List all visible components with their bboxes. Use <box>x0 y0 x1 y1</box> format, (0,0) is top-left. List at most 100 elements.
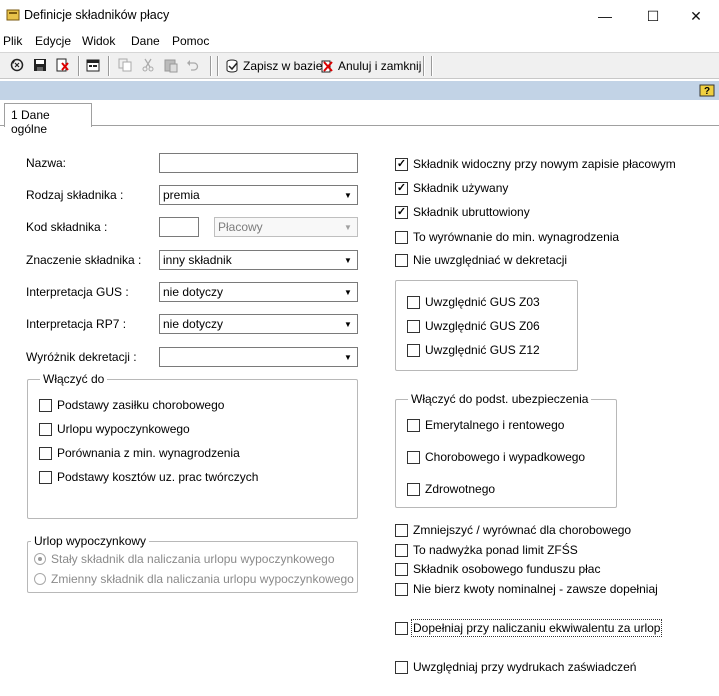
checkbox-emerytalne[interactable]: Emerytalnego i rentowego <box>407 418 564 432</box>
cut-icon[interactable] <box>139 56 157 74</box>
chevron-down-icon[interactable]: ▼ <box>340 349 356 365</box>
checkbox-label: Nie bierz kwoty nominalnej - zawsze dope… <box>413 582 658 596</box>
dekretacja-select[interactable]: ▼ <box>159 347 358 367</box>
toolbar-separator <box>108 56 110 76</box>
checkbox-box[interactable] <box>407 343 420 357</box>
checkbox-wydruki-zaswiadczen[interactable]: Uwzględniaj przy wydrukach zaświadczeń <box>395 660 636 674</box>
checkbox-label: To nadwyżka ponad limit ZFŚS <box>413 543 578 557</box>
save-disk-icon[interactable] <box>31 56 49 74</box>
checkbox-zasilek-chorobowy[interactable]: Podstawy zasiłku chorobowego <box>39 398 224 412</box>
tab-label: 1 Dane ogólne <box>11 108 50 136</box>
checkbox-box[interactable] <box>395 230 408 244</box>
minimize-button[interactable]: — <box>582 0 628 32</box>
ubezpieczenie-title: Włączyć do podst. ubezpieczenia <box>408 392 592 406</box>
checkbox-gus-z06[interactable]: Uwzględnić GUS Z06 <box>407 319 540 333</box>
checkbox-box[interactable]: ✓ <box>395 205 408 219</box>
checkbox-label: Zmniejszyć / wyrównać dla chorobowego <box>413 523 632 537</box>
checkbox-box[interactable] <box>407 450 420 464</box>
checkbox-nie-bierz-nominalnej[interactable]: Nie bierz kwoty nominalnej - zawsze dope… <box>395 582 658 596</box>
znaczenie-select[interactable]: inny składnik ▼ <box>159 250 358 270</box>
checkbox-nie-dekretacja[interactable]: Nie uwzględniać w dekretacji <box>395 253 567 267</box>
checkbox-label: Składnik ubruttowiony <box>413 205 530 219</box>
checkbox-box[interactable] <box>39 446 52 460</box>
checkbox-gus-z03[interactable]: Uwzględnić GUS Z03 <box>407 295 540 309</box>
dekretacja-label: Wyróżnik dekretacji : <box>26 350 137 364</box>
chevron-down-icon[interactable]: ▼ <box>340 284 356 300</box>
rodzaj-select[interactable]: premia ▼ <box>159 185 358 205</box>
checkbox-box[interactable] <box>407 418 420 432</box>
cancel-icon <box>321 60 333 73</box>
checkbox-box[interactable] <box>395 562 408 576</box>
rp7-select[interactable]: nie dotyczy ▼ <box>159 314 358 334</box>
menu-widok[interactable]: Widok <box>82 34 115 48</box>
chevron-down-icon[interactable]: ▼ <box>340 316 356 332</box>
refresh-icon[interactable] <box>8 56 26 74</box>
save-db-button[interactable]: Zapisz w bazie <box>221 55 325 77</box>
chevron-down-icon[interactable]: ▼ <box>340 187 356 203</box>
properties-icon[interactable] <box>84 56 102 74</box>
tab-bar <box>0 100 719 126</box>
rp7-label: Interpretacja RP7 : <box>26 317 127 331</box>
checkbox-widoczny[interactable]: ✓ Składnik widoczny przy nowym zapisie pł… <box>395 157 676 171</box>
checkbox-box[interactable] <box>39 470 52 484</box>
checkbox-box[interactable]: ✓ <box>395 157 408 171</box>
title-bar: Definicje składników płacy — ☐ ✕ <box>0 0 719 33</box>
rodzaj-label: Rodzaj składnika : <box>26 188 124 202</box>
checkbox-zdrowotne[interactable]: Zdrowotnego <box>407 482 495 496</box>
help-icon[interactable]: ? <box>699 83 715 98</box>
checkbox-dopelniaj-ekwiwalent[interactable]: Dopełniaj przy naliczaniu ekwiwalentu za… <box>395 619 663 637</box>
kod-input[interactable] <box>159 217 199 237</box>
checkbox-label: Emerytalnego i rentowego <box>425 418 565 432</box>
checkbox-label: Podstawy zasiłku chorobowego <box>57 398 225 412</box>
minimize-icon: — <box>598 8 612 24</box>
cancel-close-button[interactable]: Anuluj i zamknij <box>316 55 424 77</box>
checkbox-box[interactable] <box>407 482 420 496</box>
checkbox-urlop-wypoczynkowy[interactable]: Urlopu wypoczynkowego <box>39 422 190 436</box>
checkbox-box[interactable]: ✓ <box>395 181 408 195</box>
checkbox-box[interactable] <box>395 523 408 537</box>
maximize-button[interactable]: ☐ <box>630 0 676 32</box>
checkbox-box[interactable] <box>395 543 408 557</box>
checkbox-wyrownanie-min[interactable]: To wyrównanie do min. wynagrodzenia <box>395 230 619 244</box>
rodzaj-value: premia <box>163 188 200 202</box>
checkbox-ubruttowiony[interactable]: ✓ Składnik ubruttowiony <box>395 205 530 219</box>
tab-dane-ogolne[interactable]: 1 Dane ogólne <box>4 103 92 136</box>
delete-icon[interactable] <box>53 56 71 74</box>
menu-edycje[interactable]: Edycje <box>35 34 71 48</box>
checkbox-box[interactable] <box>395 660 408 674</box>
app-icon <box>6 9 20 21</box>
checkbox-box[interactable] <box>39 422 52 436</box>
paste-icon[interactable] <box>162 56 180 74</box>
checkbox-koszty-tworczych[interactable]: Podstawy kosztów uz. prac twórczych <box>39 470 258 484</box>
checkbox-label: Uwzględnić GUS Z12 <box>425 343 540 357</box>
menu-dane[interactable]: Dane <box>131 34 160 48</box>
menu-plik[interactable]: Plik <box>3 34 22 48</box>
checkbox-box[interactable] <box>39 398 52 412</box>
checkbox-box[interactable] <box>407 295 420 309</box>
nazwa-label: Nazwa: <box>26 156 67 170</box>
close-button[interactable]: ✕ <box>673 0 719 32</box>
checkbox-nadwyzka-zfss[interactable]: To nadwyżka ponad limit ZFŚS <box>395 543 578 557</box>
checkbox-box[interactable] <box>395 582 408 596</box>
copy-icon[interactable] <box>116 56 134 74</box>
menu-pomoc[interactable]: Pomoc <box>172 34 209 48</box>
checkbox-label: Składnik używany <box>413 181 509 195</box>
checkbox-gus-z12[interactable]: Uwzględnić GUS Z12 <box>407 343 540 357</box>
checkbox-label: Nie uwzględniać w dekretacji <box>413 253 568 267</box>
checkbox-label: Zdrowotnego <box>425 482 496 496</box>
checkbox-uzywany[interactable]: ✓ Składnik używany <box>395 181 508 195</box>
gus-label: Interpretacja GUS : <box>26 285 129 299</box>
checkbox-box[interactable] <box>407 319 420 333</box>
gus-select[interactable]: nie dotyczy ▼ <box>159 282 358 302</box>
checkbox-chorobowe[interactable]: Chorobowego i wypadkowego <box>407 450 585 464</box>
checkbox-zmniejszyc-chorobowe[interactable]: Zmniejszyć / wyrównać dla chorobowego <box>395 523 631 537</box>
checkbox-box[interactable] <box>395 621 408 635</box>
chevron-down-icon[interactable]: ▼ <box>340 252 356 268</box>
checkbox-osobowy-fundusz[interactable]: Składnik osobowego funduszu płac <box>395 562 600 576</box>
nazwa-input[interactable] <box>159 153 358 173</box>
undo-icon[interactable] <box>184 56 202 74</box>
radio-circle <box>34 573 46 585</box>
checkbox-box[interactable] <box>395 253 408 267</box>
chevron-down-icon: ▼ <box>344 222 352 232</box>
checkbox-porownanie-min[interactable]: Porównania z min. wynagrodzenia <box>39 446 240 460</box>
